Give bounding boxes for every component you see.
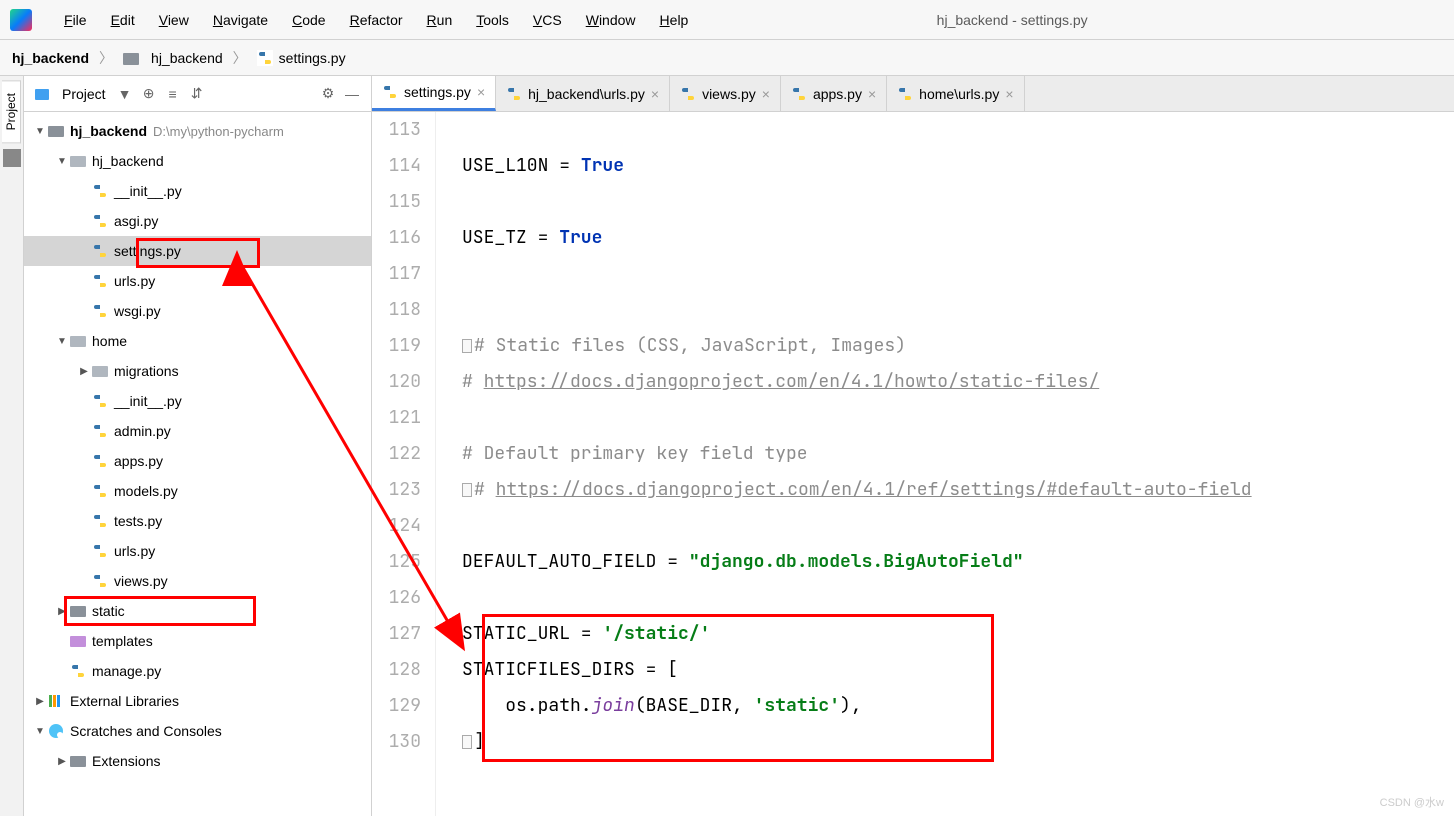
tree-item[interactable]: ▶admin.py bbox=[24, 416, 371, 446]
tree-item[interactable]: ▼Scratches and Consoles bbox=[24, 716, 371, 746]
tree-item[interactable]: ▶migrations bbox=[24, 356, 371, 386]
menu-refactor[interactable]: Refactor bbox=[338, 6, 415, 34]
breadcrumb-file[interactable]: settings.py bbox=[257, 50, 346, 66]
breadcrumb-root[interactable]: hj_backend bbox=[12, 50, 89, 66]
tree-item[interactable]: ▶views.py bbox=[24, 566, 371, 596]
tree-item[interactable]: ▶settings.py bbox=[24, 236, 371, 266]
tree-item[interactable]: ▶models.py bbox=[24, 476, 371, 506]
chevron-right-icon: 〉 bbox=[233, 48, 247, 68]
menu-file[interactable]: File bbox=[52, 6, 99, 34]
project-sidebar: Project ▼ ⊕ ≡ ⇵ ⚙ — ▼hj_backendD:\my\pyt… bbox=[24, 76, 372, 816]
menu-view[interactable]: View bbox=[147, 6, 201, 34]
tab[interactable]: hj_backend\urls.py× bbox=[496, 76, 670, 111]
menu-edit[interactable]: Edit bbox=[99, 6, 147, 34]
rail-tab-project[interactable]: Project bbox=[2, 80, 21, 143]
gutter: 1131141151161171181191201211221231241251… bbox=[372, 112, 436, 816]
chevron-right-icon: 〉 bbox=[99, 48, 113, 68]
collapse-icon[interactable]: ⇵ bbox=[188, 85, 206, 103]
menu-vcs[interactable]: VCS bbox=[521, 6, 574, 34]
rail-icon[interactable] bbox=[3, 149, 21, 167]
menu-code[interactable]: Code bbox=[280, 6, 337, 34]
breadcrumb: hj_backend 〉 hj_backend 〉 settings.py bbox=[0, 40, 1454, 76]
tab[interactable]: apps.py× bbox=[781, 76, 887, 111]
app-logo-icon bbox=[10, 9, 32, 31]
tab[interactable]: settings.py× bbox=[372, 76, 496, 111]
menubar: FileEditViewNavigateCodeRefactorRunTools… bbox=[0, 0, 1454, 40]
close-icon[interactable]: × bbox=[651, 86, 659, 102]
project-icon bbox=[34, 86, 50, 102]
sidebar-label: Project bbox=[62, 86, 106, 102]
project-tree[interactable]: ▼hj_backendD:\my\python-pycharm▼hj_backe… bbox=[24, 112, 371, 816]
editor-area: settings.py×hj_backend\urls.py×views.py×… bbox=[372, 76, 1454, 816]
close-icon[interactable]: × bbox=[762, 86, 770, 102]
close-icon[interactable]: × bbox=[1005, 86, 1013, 102]
tree-item[interactable]: ▶wsgi.py bbox=[24, 296, 371, 326]
editor-tabs: settings.py×hj_backend\urls.py×views.py×… bbox=[372, 76, 1454, 112]
tree-item[interactable]: ▶__init__.py bbox=[24, 176, 371, 206]
tree-item[interactable]: ▶static bbox=[24, 596, 371, 626]
tree-item[interactable]: ▶apps.py bbox=[24, 446, 371, 476]
target-icon[interactable]: ⊕ bbox=[140, 85, 158, 103]
window-title: hj_backend - settings.py bbox=[580, 12, 1444, 28]
code-content[interactable]: USE_L10N = True USE_TZ = True # Static f… bbox=[436, 112, 1252, 816]
tree-item[interactable]: ▶tests.py bbox=[24, 506, 371, 536]
menu-tools[interactable]: Tools bbox=[464, 6, 521, 34]
tree-item[interactable]: ▶__init__.py bbox=[24, 386, 371, 416]
watermark: CSDN @水w bbox=[1380, 794, 1444, 810]
tree-item[interactable]: ▶External Libraries bbox=[24, 686, 371, 716]
dropdown-icon[interactable]: ▼ bbox=[116, 85, 134, 103]
minimize-icon[interactable]: — bbox=[343, 85, 361, 103]
tree-item[interactable]: ▼hj_backend bbox=[24, 146, 371, 176]
tree-item[interactable]: ▼hj_backendD:\my\python-pycharm bbox=[24, 116, 371, 146]
menu-run[interactable]: Run bbox=[415, 6, 465, 34]
tree-item[interactable]: ▶Extensions bbox=[24, 746, 371, 776]
close-icon[interactable]: × bbox=[477, 84, 485, 100]
close-icon[interactable]: × bbox=[868, 86, 876, 102]
tree-item[interactable]: ▶templates bbox=[24, 626, 371, 656]
sidebar-header: Project ▼ ⊕ ≡ ⇵ ⚙ — bbox=[24, 76, 371, 112]
tab[interactable]: home\urls.py× bbox=[887, 76, 1024, 111]
breadcrumb-pkg[interactable]: hj_backend bbox=[123, 50, 223, 66]
expand-icon[interactable]: ≡ bbox=[164, 85, 182, 103]
tree-item[interactable]: ▶urls.py bbox=[24, 266, 371, 296]
tree-item[interactable]: ▶asgi.py bbox=[24, 206, 371, 236]
tree-item[interactable]: ▶urls.py bbox=[24, 536, 371, 566]
tool-rail: Project bbox=[0, 76, 24, 816]
tree-item[interactable]: ▶manage.py bbox=[24, 656, 371, 686]
tree-item[interactable]: ▼home bbox=[24, 326, 371, 356]
menu-navigate[interactable]: Navigate bbox=[201, 6, 280, 34]
gear-icon[interactable]: ⚙ bbox=[319, 85, 337, 103]
tab[interactable]: views.py× bbox=[670, 76, 781, 111]
code-editor[interactable]: 1131141151161171181191201211221231241251… bbox=[372, 112, 1454, 816]
